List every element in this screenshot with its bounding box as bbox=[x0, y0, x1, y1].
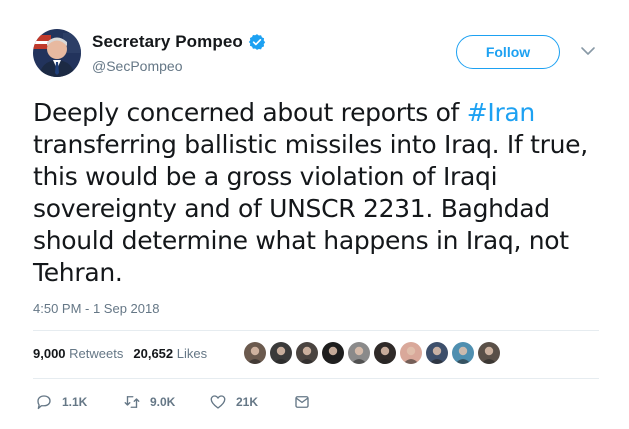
user-handle[interactable]: @SecPompeo bbox=[92, 58, 182, 74]
heart-icon bbox=[210, 395, 226, 409]
liker-avatar-6[interactable] bbox=[373, 341, 397, 365]
tweet-actions: 1.1K 9.0K 21K bbox=[35, 393, 320, 411]
retweets-count: 9,000 bbox=[33, 346, 66, 361]
user-avatar[interactable] bbox=[33, 29, 81, 77]
tweet-text-part-2: transferring ballistic missiles into Ira… bbox=[33, 130, 588, 287]
liker-avatar-9[interactable] bbox=[451, 341, 475, 365]
reply-icon bbox=[37, 395, 51, 410]
retweet-count: 9.0K bbox=[150, 395, 176, 409]
liker-avatars bbox=[243, 341, 503, 365]
envelope-icon bbox=[295, 396, 309, 408]
liker-avatar-5[interactable] bbox=[347, 341, 371, 365]
likes-stat[interactable]: 20,652 Likes bbox=[133, 346, 207, 361]
reply-action[interactable]: 1.1K bbox=[35, 393, 123, 411]
likes-label: Likes bbox=[176, 346, 208, 361]
follow-button[interactable]: Follow bbox=[456, 35, 560, 69]
liker-avatar-2[interactable] bbox=[269, 341, 293, 365]
direct-message-action[interactable] bbox=[293, 393, 320, 411]
liker-avatar-3[interactable] bbox=[295, 341, 319, 365]
liker-avatar-4[interactable] bbox=[321, 341, 345, 365]
display-name[interactable]: Secretary Pompeo bbox=[92, 32, 243, 52]
divider-top bbox=[33, 330, 599, 331]
tweet-timestamp[interactable]: 4:50 PM - 1 Sep 2018 bbox=[33, 301, 159, 316]
retweets-stat[interactable]: 9,000 Retweets bbox=[33, 346, 123, 361]
liker-avatar-8[interactable] bbox=[425, 341, 449, 365]
divider-bottom bbox=[33, 378, 599, 379]
hashtag-link[interactable]: #Iran bbox=[467, 98, 536, 127]
chevron-down-icon[interactable] bbox=[580, 45, 596, 57]
liker-avatar-7[interactable] bbox=[399, 341, 423, 365]
retweet-action[interactable]: 9.0K bbox=[123, 393, 209, 411]
retweet-icon bbox=[124, 396, 140, 408]
liker-avatar-10[interactable] bbox=[477, 341, 501, 365]
reply-count: 1.1K bbox=[62, 395, 88, 409]
tweet-stats: 9,000 Retweets 20,652 Likes bbox=[33, 346, 217, 361]
user-name-row[interactable]: Secretary Pompeo bbox=[92, 32, 266, 52]
tweet-text-part-1: Deeply concerned about reports of bbox=[33, 98, 467, 127]
liker-avatar-1[interactable] bbox=[243, 341, 267, 365]
like-action[interactable]: 21K bbox=[209, 393, 293, 411]
likes-count: 20,652 bbox=[133, 346, 174, 361]
like-count: 21K bbox=[236, 395, 259, 409]
verified-badge-icon bbox=[248, 34, 266, 50]
retweets-label: Retweets bbox=[69, 346, 124, 361]
tweet-text: Deeply concerned about reports of #Iran … bbox=[33, 97, 599, 289]
